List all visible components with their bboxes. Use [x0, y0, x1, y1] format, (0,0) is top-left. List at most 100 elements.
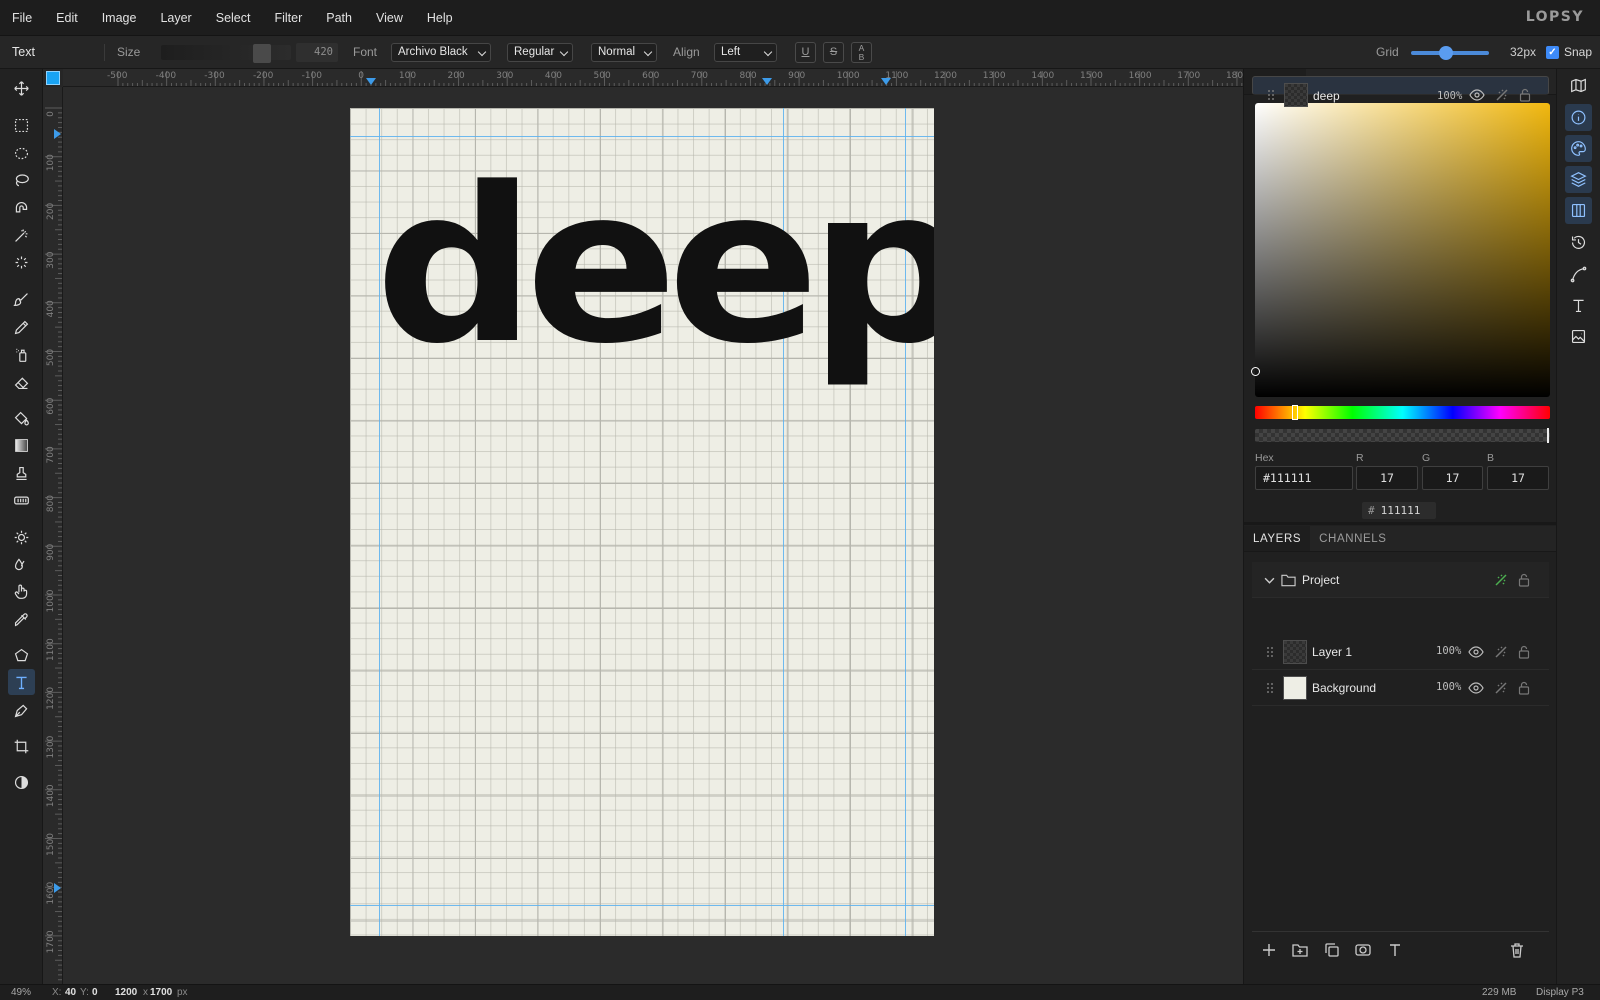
lock-icon[interactable]: [1516, 572, 1532, 588]
link-icon[interactable]: [1494, 87, 1510, 103]
eye-icon[interactable]: [1468, 680, 1484, 696]
magnetic-lasso-tool[interactable]: [8, 195, 35, 221]
alpha-slider-marker[interactable]: [1547, 428, 1549, 443]
layer-row-deep[interactable]: deep 100%: [1252, 76, 1549, 107]
dodge-tool[interactable]: [8, 524, 35, 550]
menu-view[interactable]: View: [364, 0, 415, 36]
text-layer-deep[interactable]: deep: [375, 160, 934, 374]
layer-name[interactable]: Background: [1312, 681, 1376, 695]
layer-group-project[interactable]: Project: [1252, 562, 1549, 598]
layer-row-layer-1[interactable]: Layer 1 100%: [1252, 634, 1549, 670]
ruler-origin-square[interactable]: [46, 71, 60, 85]
grid-slider[interactable]: [1411, 46, 1489, 60]
lasso-tool[interactable]: [8, 167, 35, 193]
ruler-corner[interactable]: [43, 69, 63, 87]
drag-handle-icon[interactable]: [1267, 88, 1275, 102]
vertical-ruler[interactable]: 0 100 200 300 400 500 600 700 800 900 1000 1100 1200…: [43, 87, 63, 984]
quick-select-tool[interactable]: [8, 249, 35, 275]
new-group-icon[interactable]: [1291, 941, 1309, 959]
color-picker-cursor[interactable]: [1251, 367, 1260, 376]
bucket-tool[interactable]: [8, 405, 35, 431]
menu-edit[interactable]: Edit: [44, 0, 90, 36]
weight-select[interactable]: Regular: [507, 43, 573, 62]
brush-tool[interactable]: [8, 286, 35, 312]
layers-panel-button[interactable]: [1565, 166, 1592, 193]
size-slider[interactable]: [161, 44, 291, 63]
spray-tool[interactable]: [8, 341, 35, 367]
guide-horizontal[interactable]: [350, 136, 934, 137]
color-profile[interactable]: Display P3: [1536, 987, 1584, 998]
size-input[interactable]: 420: [296, 43, 338, 62]
menu-layer[interactable]: Layer: [148, 0, 203, 36]
layer-name[interactable]: deep: [1313, 88, 1340, 105]
add-text-layer-icon[interactable]: [1386, 941, 1404, 959]
canvas-area[interactable]: deep: [63, 87, 1243, 984]
hue-slider-marker[interactable]: [1292, 405, 1298, 420]
patch-tool[interactable]: [8, 487, 35, 513]
paths-panel-button[interactable]: [1565, 261, 1592, 288]
eye-icon[interactable]: [1468, 644, 1484, 660]
link-icon[interactable]: [1493, 572, 1509, 588]
grid-slider-knob[interactable]: [1439, 46, 1453, 60]
lock-icon[interactable]: [1517, 87, 1533, 103]
move-tool[interactable]: [8, 75, 35, 101]
image-panel-button[interactable]: [1565, 323, 1592, 350]
smudge-tool[interactable]: [8, 578, 35, 604]
hex-input[interactable]: #111111: [1255, 466, 1353, 490]
size-slider-knob[interactable]: [253, 44, 271, 63]
snap-checkbox[interactable]: ✓: [1546, 46, 1559, 59]
layer-opacity[interactable]: 100%: [1437, 88, 1462, 105]
case-button[interactable]: AB: [851, 42, 872, 63]
info-panel-button[interactable]: [1565, 104, 1592, 131]
eyedropper-tool[interactable]: [8, 606, 35, 632]
hex-code-field[interactable]: #111111: [1362, 502, 1436, 519]
drag-handle-icon[interactable]: [1266, 645, 1274, 659]
menu-file[interactable]: File: [0, 0, 44, 36]
duplicate-layer-icon[interactable]: [1323, 941, 1341, 959]
history-panel-button[interactable]: [1565, 229, 1592, 256]
text-tool[interactable]: [8, 669, 35, 695]
lock-icon[interactable]: [1516, 644, 1532, 660]
character-panel-button[interactable]: [1565, 292, 1592, 319]
layer-opacity[interactable]: 100%: [1436, 645, 1461, 657]
horizontal-ruler[interactable]: -500 -400 -300 -200 -100 0 100 200 300 400 500 600 7…: [63, 69, 1243, 87]
g-input[interactable]: 17: [1422, 466, 1483, 490]
eye-icon[interactable]: [1469, 87, 1485, 103]
guide-horizontal[interactable]: [350, 905, 934, 906]
contrast-tool[interactable]: [8, 769, 35, 795]
navigator-panel-button[interactable]: [1565, 72, 1592, 99]
menu-select[interactable]: Select: [204, 0, 263, 36]
r-input[interactable]: 17: [1356, 466, 1418, 490]
layer-opacity[interactable]: 100%: [1436, 681, 1461, 693]
link-icon[interactable]: [1493, 680, 1509, 696]
pen-tool[interactable]: [8, 697, 35, 723]
layer-row-background[interactable]: Background 100%: [1252, 670, 1549, 706]
menu-path[interactable]: Path: [314, 0, 364, 36]
gradient-tool[interactable]: [8, 432, 35, 458]
menu-image[interactable]: Image: [90, 0, 149, 36]
guide-marker[interactable]: [366, 78, 376, 85]
tab-channels[interactable]: CHANNELS: [1310, 526, 1395, 551]
strikethrough-button[interactable]: S: [823, 42, 844, 63]
delete-layer-icon[interactable]: [1508, 941, 1526, 959]
eraser-tool[interactable]: [8, 369, 35, 395]
layer-name[interactable]: Layer 1: [1312, 645, 1352, 659]
magic-wand-tool[interactable]: [8, 222, 35, 248]
zoom-level[interactable]: 49%: [11, 987, 31, 998]
blend-select[interactable]: Normal: [591, 43, 657, 62]
guide-marker[interactable]: [54, 883, 61, 893]
menu-help[interactable]: Help: [415, 0, 465, 36]
stamp-tool[interactable]: [8, 460, 35, 486]
menu-filter[interactable]: Filter: [262, 0, 314, 36]
rect-marquee-tool[interactable]: [8, 112, 35, 138]
guide-marker[interactable]: [881, 78, 891, 85]
polygon-tool[interactable]: [8, 642, 35, 668]
channels-panel-button[interactable]: [1565, 197, 1592, 224]
blur-tool[interactable]: [8, 551, 35, 577]
chevron-down-icon[interactable]: [1264, 575, 1275, 586]
document-canvas[interactable]: deep: [350, 108, 934, 936]
b-input[interactable]: 17: [1487, 466, 1549, 490]
lock-icon[interactable]: [1516, 680, 1532, 696]
mask-icon[interactable]: [1354, 941, 1372, 959]
hue-slider[interactable]: [1255, 405, 1550, 420]
